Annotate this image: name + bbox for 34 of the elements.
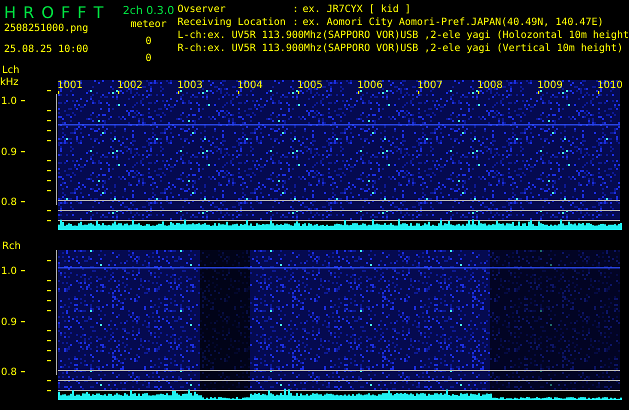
info-value: ex. JR7CYX [ kid ]: [302, 3, 411, 16]
meteor-count: 0: [144, 52, 153, 65]
meteor-count: 0: [144, 35, 153, 48]
time-tick-label: 1005: [297, 80, 323, 91]
frequency-tick-label: 1.0: [1, 266, 17, 277]
file-name: 2508251000.png: [4, 22, 90, 35]
frequency-tick-label: 0.8: [1, 197, 17, 208]
time-tick-label: 1010: [597, 80, 623, 91]
frequency-tick-label: 0.9: [1, 317, 17, 328]
time-tick-label: 1008: [477, 80, 503, 91]
info-label: Ovserver: [177, 3, 227, 16]
time-tick-label: 1007: [417, 80, 443, 91]
date-time: 25.08.25 10:00: [4, 43, 90, 56]
info-line: L-ch:ex. UV5R 113.900Mhz(SAPPORO VOR)USB ,2-ele yagi (Holozontal 10m height: [177, 29, 629, 42]
info-separator: :: [292, 3, 298, 16]
time-tick-label: 1003: [177, 80, 203, 91]
channel-label: Rch: [2, 241, 21, 252]
frequency-tick-label: 0.9: [1, 147, 17, 158]
version-label: 2ch 0.3.0: [122, 4, 176, 18]
frequency-tick-label: 1.0: [1, 96, 17, 107]
time-tick-label: 1004: [237, 80, 263, 91]
unit-label: kHz: [0, 77, 19, 88]
channel-label: Lch: [2, 65, 20, 76]
info-value: ex. Aomori City Aomori-Pref.JAPAN(40.49N, 140.47E): [302, 16, 604, 29]
time-tick-label: 1002: [117, 80, 143, 91]
frequency-tick-label: 0.8: [1, 367, 17, 378]
time-tick-label: 1009: [537, 80, 563, 91]
info-label: Receiving Location: [177, 16, 287, 29]
info-line: R-ch:ex. UV5R 113.900Mhz(SAPPORO VOR)USB ,2-ele yagi (Vertical 10m height): [177, 42, 623, 55]
time-tick-label: 1006: [357, 80, 383, 91]
info-separator: :: [292, 16, 298, 29]
meteor-label: meteor: [129, 18, 168, 31]
time-tick-label: 1001: [57, 80, 83, 91]
app-title: H R O F F T: [4, 4, 106, 22]
